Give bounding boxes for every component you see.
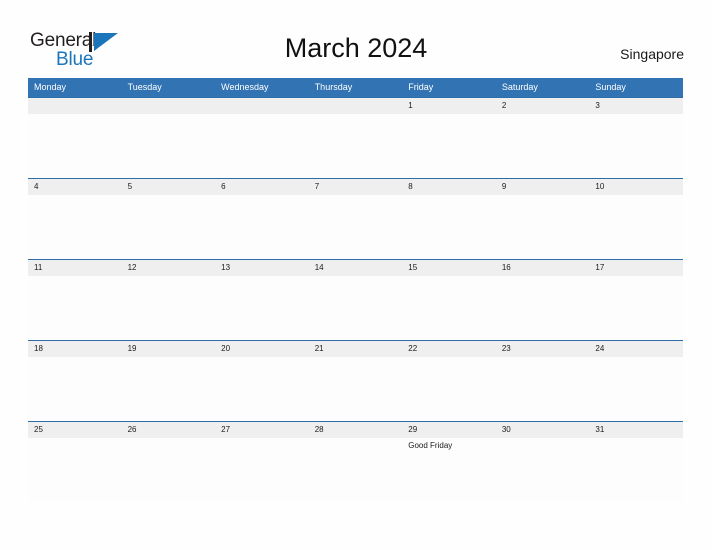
day-cell[interactable]: [28, 114, 122, 178]
day-cell[interactable]: [402, 276, 496, 340]
day-cell[interactable]: [496, 114, 590, 178]
week-event-strip: [28, 276, 683, 340]
locale-label: Singapore: [620, 46, 684, 62]
day-number[interactable]: 26: [122, 422, 216, 438]
day-cell[interactable]: [496, 438, 590, 502]
day-number[interactable]: 8: [402, 179, 496, 195]
day-number[interactable]: 18: [28, 341, 122, 357]
day-number[interactable]: 25: [28, 422, 122, 438]
weekday-header-thursday: Thursday: [314, 82, 353, 92]
week-date-strip: 1 2 3: [28, 97, 683, 114]
day-cell[interactable]: [309, 195, 403, 259]
day-number[interactable]: 21: [309, 341, 403, 357]
day-number[interactable]: 1: [402, 98, 496, 114]
day-number[interactable]: 15: [402, 260, 496, 276]
week-date-strip: 11 12 13 14 15 16 17: [28, 259, 683, 276]
calendar-week-row: 25 26 27 28 29 30 31 Good Friday: [28, 421, 683, 502]
week-date-strip: 25 26 27 28 29 30 31: [28, 421, 683, 438]
day-number[interactable]: [28, 98, 122, 114]
day-cell[interactable]: [215, 357, 309, 421]
day-number[interactable]: 13: [215, 260, 309, 276]
weekday-header-wednesday: Wednesday: [221, 82, 269, 92]
week-event-strip: Good Friday: [28, 438, 683, 502]
day-number[interactable]: 5: [122, 179, 216, 195]
day-number[interactable]: 12: [122, 260, 216, 276]
day-cell[interactable]: [402, 114, 496, 178]
day-cell[interactable]: [589, 357, 683, 421]
page-header: General Blue March 2024 Singapore: [0, 0, 712, 78]
day-number[interactable]: 20: [215, 341, 309, 357]
day-number[interactable]: 28: [309, 422, 403, 438]
day-cell[interactable]: [28, 195, 122, 259]
weekday-header-friday: Friday: [408, 82, 434, 92]
day-number[interactable]: 19: [122, 341, 216, 357]
day-cell[interactable]: [215, 195, 309, 259]
calendar-grid: Monday Tuesday Wednesday Thursday Friday…: [28, 78, 683, 502]
day-number[interactable]: 16: [496, 260, 590, 276]
day-number[interactable]: 24: [589, 341, 683, 357]
day-cell[interactable]: [496, 195, 590, 259]
day-cell[interactable]: [589, 114, 683, 178]
calendar-week-row: 1 2 3: [28, 97, 683, 178]
day-number[interactable]: 3: [589, 98, 683, 114]
day-cell[interactable]: [28, 276, 122, 340]
day-cell[interactable]: [215, 114, 309, 178]
day-cell[interactable]: [122, 438, 216, 502]
day-number[interactable]: 29: [402, 422, 496, 438]
calendar-week-row: 4 5 6 7 8 9 10: [28, 178, 683, 259]
week-event-strip: [28, 357, 683, 421]
day-cell[interactable]: [215, 276, 309, 340]
day-cell[interactable]: [122, 195, 216, 259]
day-cell[interactable]: [309, 438, 403, 502]
day-cell[interactable]: [309, 276, 403, 340]
weekday-header-saturday: Saturday: [501, 82, 538, 92]
day-cell[interactable]: [28, 357, 122, 421]
weekday-header-tuesday: Tuesday: [127, 82, 162, 92]
day-cell[interactable]: [122, 114, 216, 178]
day-cell[interactable]: Good Friday: [402, 438, 496, 502]
day-cell[interactable]: [496, 357, 590, 421]
day-number[interactable]: [309, 98, 403, 114]
weekday-header-sunday: Sunday: [595, 82, 626, 92]
day-cell[interactable]: [402, 195, 496, 259]
day-number[interactable]: 6: [215, 179, 309, 195]
day-number[interactable]: 9: [496, 179, 590, 195]
week-date-strip: 4 5 6 7 8 9 10: [28, 178, 683, 195]
day-cell[interactable]: [496, 276, 590, 340]
day-cell[interactable]: [215, 438, 309, 502]
day-number[interactable]: 30: [496, 422, 590, 438]
day-number[interactable]: [215, 98, 309, 114]
day-number[interactable]: 22: [402, 341, 496, 357]
weekday-header-monday: Monday: [34, 82, 67, 92]
day-event-label: Good Friday: [408, 441, 453, 450]
day-cell[interactable]: [122, 357, 216, 421]
day-number[interactable]: 17: [589, 260, 683, 276]
week-event-strip: [28, 195, 683, 259]
calendar-week-row: 18 19 20 21 22 23 24: [28, 340, 683, 421]
week-date-strip: 18 19 20 21 22 23 24: [28, 340, 683, 357]
day-number[interactable]: 2: [496, 98, 590, 114]
day-cell[interactable]: [589, 276, 683, 340]
calendar-week-row: 11 12 13 14 15 16 17: [28, 259, 683, 340]
day-cell[interactable]: [309, 114, 403, 178]
day-cell[interactable]: [589, 195, 683, 259]
day-number[interactable]: 10: [589, 179, 683, 195]
day-number[interactable]: 14: [309, 260, 403, 276]
day-number[interactable]: 4: [28, 179, 122, 195]
day-cell[interactable]: [589, 438, 683, 502]
day-number[interactable]: 27: [215, 422, 309, 438]
day-cell[interactable]: [309, 357, 403, 421]
day-number[interactable]: 23: [496, 341, 590, 357]
day-cell[interactable]: [122, 276, 216, 340]
day-number[interactable]: 7: [309, 179, 403, 195]
day-cell[interactable]: [402, 357, 496, 421]
day-number[interactable]: [122, 98, 216, 114]
day-cell[interactable]: [28, 438, 122, 502]
weekday-header-row: Monday Tuesday Wednesday Thursday Friday…: [28, 78, 683, 97]
day-number[interactable]: 31: [589, 422, 683, 438]
day-number[interactable]: 11: [28, 260, 122, 276]
page-title: March 2024: [284, 33, 428, 63]
week-event-strip: [28, 114, 683, 178]
